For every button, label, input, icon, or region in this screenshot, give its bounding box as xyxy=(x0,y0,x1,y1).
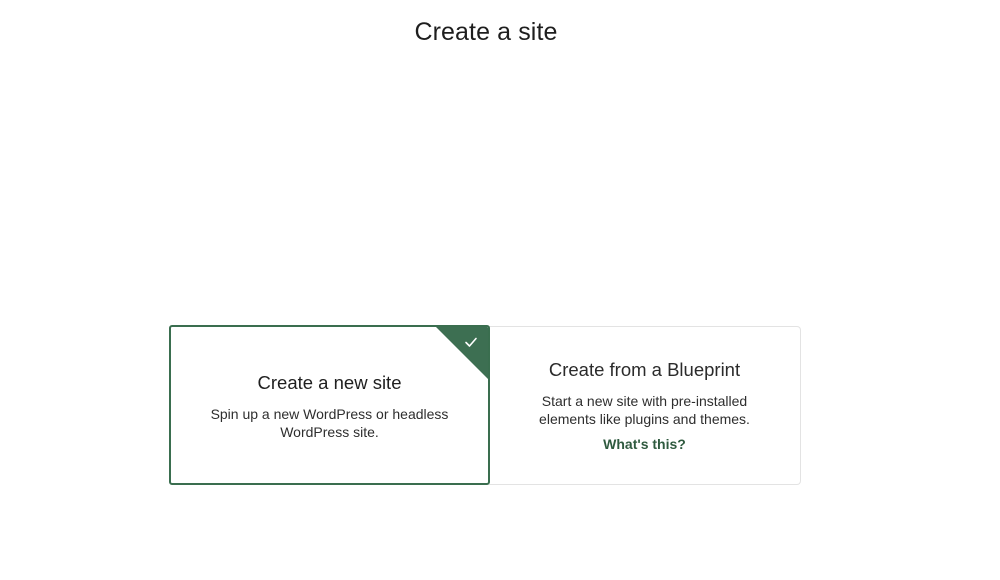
check-icon xyxy=(465,337,477,347)
blueprint-description: Start a new site with pre-installed elem… xyxy=(539,393,750,427)
create-site-page: Create a site Create a new site Spin up … xyxy=(0,0,1000,580)
create-from-blueprint-card[interactable]: Create from a Blueprint Start a new site… xyxy=(489,326,801,485)
page-title: Create a site xyxy=(414,18,558,46)
site-options: Create a new site Spin up a new WordPres… xyxy=(169,325,801,485)
create-new-site-card[interactable]: Create a new site Spin up a new WordPres… xyxy=(169,325,490,485)
whats-this-wrapper: What's this? xyxy=(489,436,800,452)
blueprint-title: Create from a Blueprint xyxy=(548,359,741,380)
new-site-title: Create a new site xyxy=(257,372,402,393)
new-site-description: Spin up a new WordPress or headless Word… xyxy=(210,406,449,440)
whats-this-link[interactable]: What's this? xyxy=(603,436,686,452)
